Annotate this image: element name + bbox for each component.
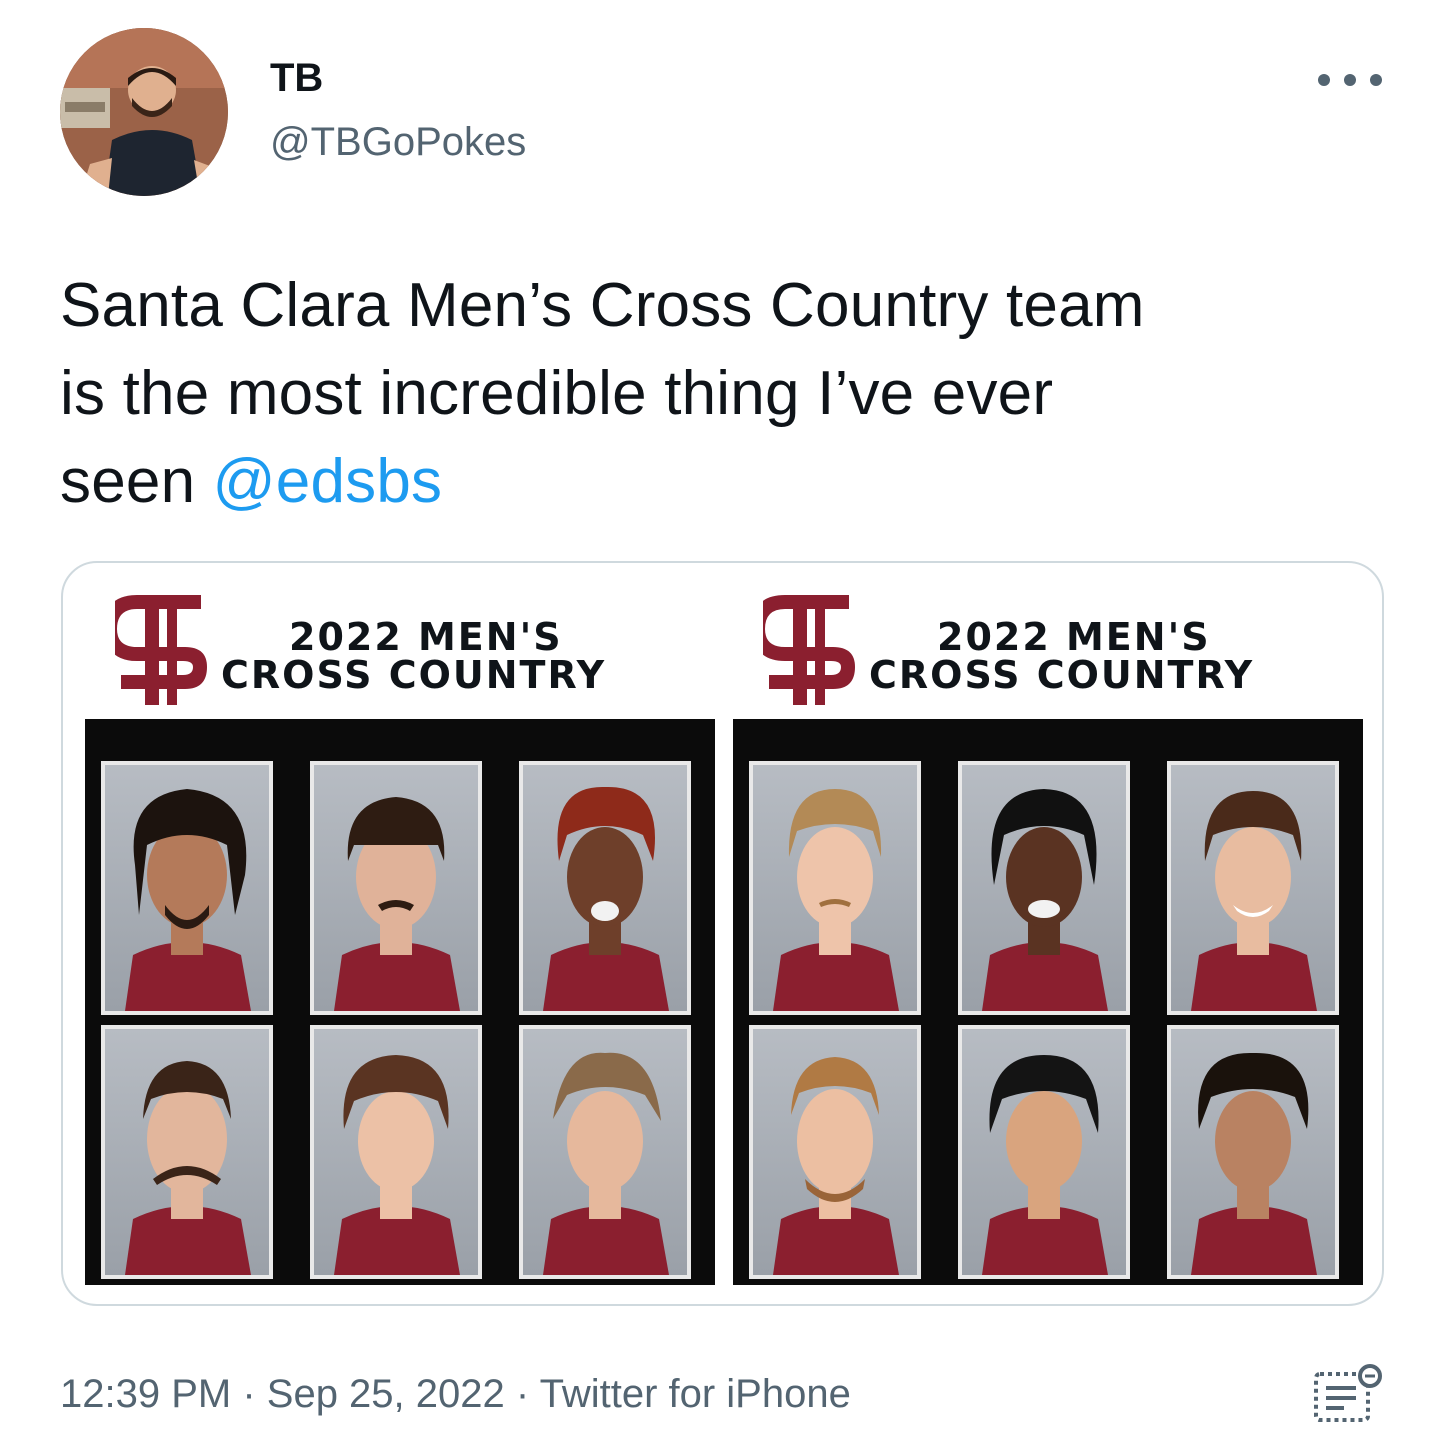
roster-title-line1: 2022 MEN'S [937, 615, 1211, 659]
more-dots-icon [1318, 74, 1330, 86]
athlete-portrait [101, 1025, 273, 1279]
athlete-portrait [749, 761, 921, 1015]
tweet-source[interactable]: Twitter for iPhone [540, 1372, 851, 1416]
santa-clara-sc-logo-icon [115, 595, 207, 705]
athlete-portrait [958, 1025, 1130, 1279]
tweet-text-line: is the most incredible thing I’ve ever [60, 359, 1054, 428]
media-card[interactable]: 2022 MEN'S CROSS COUNTRY 2022 MEN'S CROS… [61, 561, 1384, 1306]
roster-board [85, 719, 715, 1285]
athlete-portrait [958, 761, 1130, 1015]
athlete-portrait [101, 761, 273, 1015]
separator: · [231, 1372, 267, 1416]
tweet-text-line: seen @edsbs [60, 438, 1390, 526]
tweet-text-line: Santa Clara Men’s Cross Country team [60, 271, 1145, 340]
roster-title-line2: CROSS COUNTRY [869, 653, 1255, 697]
roster-title-line1: 2022 MEN'S [289, 615, 563, 659]
mention-link[interactable]: @edsbs [213, 447, 443, 516]
tweet-time[interactable]: 12:39 PM [60, 1372, 231, 1416]
roster-image-right[interactable]: 2022 MEN'S CROSS COUNTRY [733, 583, 1363, 1285]
santa-clara-sc-logo-icon [763, 595, 855, 705]
tweet-date[interactable]: Sep 25, 2022 [267, 1372, 505, 1416]
athlete-portrait [1167, 1025, 1339, 1279]
athlete-portrait [519, 761, 691, 1015]
more-dots-icon [1344, 74, 1356, 86]
roster-board [733, 719, 1363, 1285]
analytics-icon[interactable] [1312, 1362, 1382, 1424]
athlete-portrait [1167, 761, 1339, 1015]
athlete-portrait [310, 1025, 482, 1279]
roster-image-left[interactable]: 2022 MEN'S CROSS COUNTRY [85, 583, 715, 1285]
profile-photo [60, 28, 228, 196]
more-options-button[interactable] [1318, 60, 1382, 100]
user-handle[interactable]: @TBGoPokes [270, 116, 526, 168]
tweet-timestamp: 12:39 PM · Sep 25, 2022 · Twitter for iP… [60, 1368, 851, 1420]
more-dots-icon [1370, 74, 1382, 86]
display-name[interactable]: TB [270, 52, 323, 104]
athlete-portrait [519, 1025, 691, 1279]
separator: · [504, 1372, 540, 1416]
tweet-text: Santa Clara Men’s Cross Country team is … [60, 262, 1390, 526]
roster-header: 2022 MEN'S CROSS COUNTRY [733, 583, 1363, 717]
avatar[interactable] [60, 28, 228, 196]
roster-header: 2022 MEN'S CROSS COUNTRY [85, 583, 715, 717]
athlete-portrait [749, 1025, 921, 1279]
athlete-portrait [310, 761, 482, 1015]
roster-title-line2: CROSS COUNTRY [221, 653, 607, 697]
tweet-text-segment: seen [60, 447, 213, 516]
